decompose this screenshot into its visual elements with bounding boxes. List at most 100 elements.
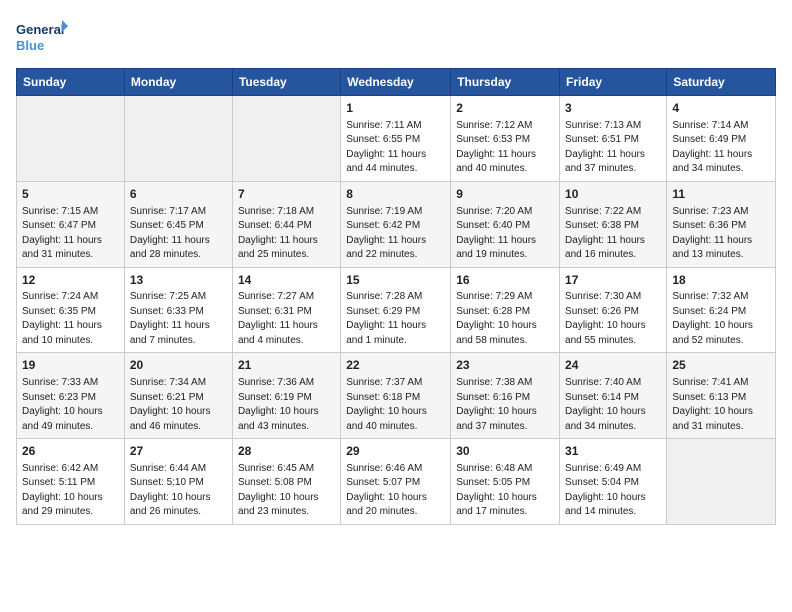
day-info: Sunrise: 7:22 AMSunset: 6:38 PMDaylight:… <box>565 205 661 263</box>
day-number: 27 <box>130 443 227 460</box>
day-info: Sunrise: 7:27 AMSunset: 6:31 PMDaylight:… <box>238 290 335 348</box>
calendar-cell: 12Sunrise: 7:24 AMSunset: 6:35 PMDayligh… <box>17 267 125 353</box>
weekday-header-monday: Monday <box>124 69 232 96</box>
day-number: 31 <box>565 443 661 460</box>
week-row-4: 19 Sunrise: 7:33 AMSunset: 6:23 PMDayligh… <box>17 353 776 439</box>
calendar-cell: 23 Sunrise: 7:38 AMSunset: 6:16 PMDayligh… <box>451 353 560 439</box>
day-info: Sunrise: 6:49 AMSunset: 5:04 PMDaylight:… <box>565 462 661 520</box>
day-info: Sunrise: 7:18 AMSunset: 6:44 PMDaylight:… <box>238 205 335 263</box>
day-info: Sunrise: 7:15 AMSunset: 6:47 PMDaylight:… <box>22 205 119 263</box>
day-number: 24 <box>565 357 661 374</box>
calendar-cell <box>667 439 776 525</box>
day-number: 20 <box>130 357 227 374</box>
day-number: 5 <box>22 186 119 203</box>
calendar-cell: 31 Sunrise: 6:49 AMSunset: 5:04 PMDayligh… <box>560 439 667 525</box>
calendar-cell: 8Sunrise: 7:19 AMSunset: 6:42 PMDaylight… <box>341 181 451 267</box>
day-number: 6 <box>130 186 227 203</box>
day-info: Sunrise: 7:11 AMSunset: 6:55 PMDaylight:… <box>346 119 445 177</box>
day-number: 28 <box>238 443 335 460</box>
calendar-cell: 9Sunrise: 7:20 AMSunset: 6:40 PMDaylight… <box>451 181 560 267</box>
day-info: Sunrise: 7:29 AMSunset: 6:28 PMDaylight:… <box>456 290 554 348</box>
week-row-1: 1 Sunrise: 7:11 AMSunset: 6:55 PMDaylight… <box>17 96 776 182</box>
calendar-cell: 4 Sunrise: 7:14 AMSunset: 6:49 PMDaylight… <box>667 96 776 182</box>
day-info: Sunrise: 6:48 AMSunset: 5:05 PMDaylight:… <box>456 462 554 520</box>
day-info: Sunrise: 7:14 AMSunset: 6:49 PMDaylight:… <box>672 119 770 177</box>
day-number: 26 <box>22 443 119 460</box>
calendar-cell: 14Sunrise: 7:27 AMSunset: 6:31 PMDayligh… <box>232 267 340 353</box>
weekday-header-sunday: Sunday <box>17 69 125 96</box>
day-info: Sunrise: 7:37 AMSunset: 6:18 PMDaylight:… <box>346 376 445 434</box>
day-number: 21 <box>238 357 335 374</box>
calendar-cell: 26 Sunrise: 6:42 AMSunset: 5:11 PMDayligh… <box>17 439 125 525</box>
day-info: Sunrise: 7:33 AMSunset: 6:23 PMDaylight:… <box>22 376 119 434</box>
day-info: Sunrise: 7:25 AMSunset: 6:33 PMDaylight:… <box>130 290 227 348</box>
svg-text:General: General <box>16 22 64 37</box>
weekday-header-saturday: Saturday <box>667 69 776 96</box>
calendar-cell: 30 Sunrise: 6:48 AMSunset: 5:05 PMDayligh… <box>451 439 560 525</box>
day-number: 29 <box>346 443 445 460</box>
day-info: Sunrise: 7:28 AMSunset: 6:29 PMDaylight:… <box>346 290 445 348</box>
day-number: 10 <box>565 186 661 203</box>
day-number: 30 <box>456 443 554 460</box>
day-number: 17 <box>565 272 661 289</box>
day-number: 19 <box>22 357 119 374</box>
calendar-cell <box>232 96 340 182</box>
day-info: Sunrise: 7:38 AMSunset: 6:16 PMDaylight:… <box>456 376 554 434</box>
day-info: Sunrise: 7:32 AMSunset: 6:24 PMDaylight:… <box>672 290 770 348</box>
day-number: 18 <box>672 272 770 289</box>
calendar-cell: 19 Sunrise: 7:33 AMSunset: 6:23 PMDayligh… <box>17 353 125 439</box>
weekday-header-friday: Friday <box>560 69 667 96</box>
calendar-cell <box>17 96 125 182</box>
day-info: Sunrise: 7:24 AMSunset: 6:35 PMDaylight:… <box>22 290 119 348</box>
calendar-cell: 18Sunrise: 7:32 AMSunset: 6:24 PMDayligh… <box>667 267 776 353</box>
day-info: Sunrise: 7:40 AMSunset: 6:14 PMDaylight:… <box>565 376 661 434</box>
logo: General Blue <box>16 16 68 56</box>
calendar-cell: 1 Sunrise: 7:11 AMSunset: 6:55 PMDaylight… <box>341 96 451 182</box>
day-info: Sunrise: 7:30 AMSunset: 6:26 PMDaylight:… <box>565 290 661 348</box>
calendar-cell: 21Sunrise: 7:36 AMSunset: 6:19 PMDayligh… <box>232 353 340 439</box>
day-number: 3 <box>565 100 661 117</box>
calendar-cell: 7 Sunrise: 7:18 AMSunset: 6:44 PMDaylight… <box>232 181 340 267</box>
weekday-header-wednesday: Wednesday <box>341 69 451 96</box>
svg-text:Blue: Blue <box>16 38 44 53</box>
day-number: 11 <box>672 186 770 203</box>
week-row-3: 12Sunrise: 7:24 AMSunset: 6:35 PMDayligh… <box>17 267 776 353</box>
page-header: General Blue <box>16 16 776 56</box>
logo-svg: General Blue <box>16 16 68 56</box>
day-number: 23 <box>456 357 554 374</box>
calendar-cell: 22 Sunrise: 7:37 AMSunset: 6:18 PMDayligh… <box>341 353 451 439</box>
day-info: Sunrise: 7:41 AMSunset: 6:13 PMDaylight:… <box>672 376 770 434</box>
calendar-cell: 13Sunrise: 7:25 AMSunset: 6:33 PMDayligh… <box>124 267 232 353</box>
day-info: Sunrise: 6:44 AMSunset: 5:10 PMDaylight:… <box>130 462 227 520</box>
calendar-cell <box>124 96 232 182</box>
calendar-cell: 15Sunrise: 7:28 AMSunset: 6:29 PMDayligh… <box>341 267 451 353</box>
calendar-cell: 6 Sunrise: 7:17 AMSunset: 6:45 PMDaylight… <box>124 181 232 267</box>
day-number: 8 <box>346 186 445 203</box>
weekday-header-thursday: Thursday <box>451 69 560 96</box>
calendar-cell: 24 Sunrise: 7:40 AMSunset: 6:14 PMDayligh… <box>560 353 667 439</box>
day-info: Sunrise: 6:45 AMSunset: 5:08 PMDaylight:… <box>238 462 335 520</box>
day-number: 13 <box>130 272 227 289</box>
day-info: Sunrise: 7:34 AMSunset: 6:21 PMDaylight:… <box>130 376 227 434</box>
day-number: 22 <box>346 357 445 374</box>
day-number: 14 <box>238 272 335 289</box>
day-info: Sunrise: 7:20 AMSunset: 6:40 PMDaylight:… <box>456 205 554 263</box>
day-info: Sunrise: 7:23 AMSunset: 6:36 PMDaylight:… <box>672 205 770 263</box>
day-number: 1 <box>346 100 445 117</box>
calendar-cell: 20 Sunrise: 7:34 AMSunset: 6:21 PMDayligh… <box>124 353 232 439</box>
day-info: Sunrise: 7:13 AMSunset: 6:51 PMDaylight:… <box>565 119 661 177</box>
day-number: 7 <box>238 186 335 203</box>
day-info: Sunrise: 7:17 AMSunset: 6:45 PMDaylight:… <box>130 205 227 263</box>
calendar-cell: 29Sunrise: 6:46 AMSunset: 5:07 PMDayligh… <box>341 439 451 525</box>
weekday-header-tuesday: Tuesday <box>232 69 340 96</box>
day-info: Sunrise: 6:42 AMSunset: 5:11 PMDaylight:… <box>22 462 119 520</box>
week-row-2: 5 Sunrise: 7:15 AMSunset: 6:47 PMDaylight… <box>17 181 776 267</box>
calendar-cell: 17Sunrise: 7:30 AMSunset: 6:26 PMDayligh… <box>560 267 667 353</box>
day-number: 12 <box>22 272 119 289</box>
day-number: 2 <box>456 100 554 117</box>
calendar-cell: 3 Sunrise: 7:13 AMSunset: 6:51 PMDaylight… <box>560 96 667 182</box>
day-number: 4 <box>672 100 770 117</box>
calendar-cell: 2Sunrise: 7:12 AMSunset: 6:53 PMDaylight… <box>451 96 560 182</box>
calendar-cell: 25Sunrise: 7:41 AMSunset: 6:13 PMDayligh… <box>667 353 776 439</box>
calendar-cell: 5 Sunrise: 7:15 AMSunset: 6:47 PMDaylight… <box>17 181 125 267</box>
